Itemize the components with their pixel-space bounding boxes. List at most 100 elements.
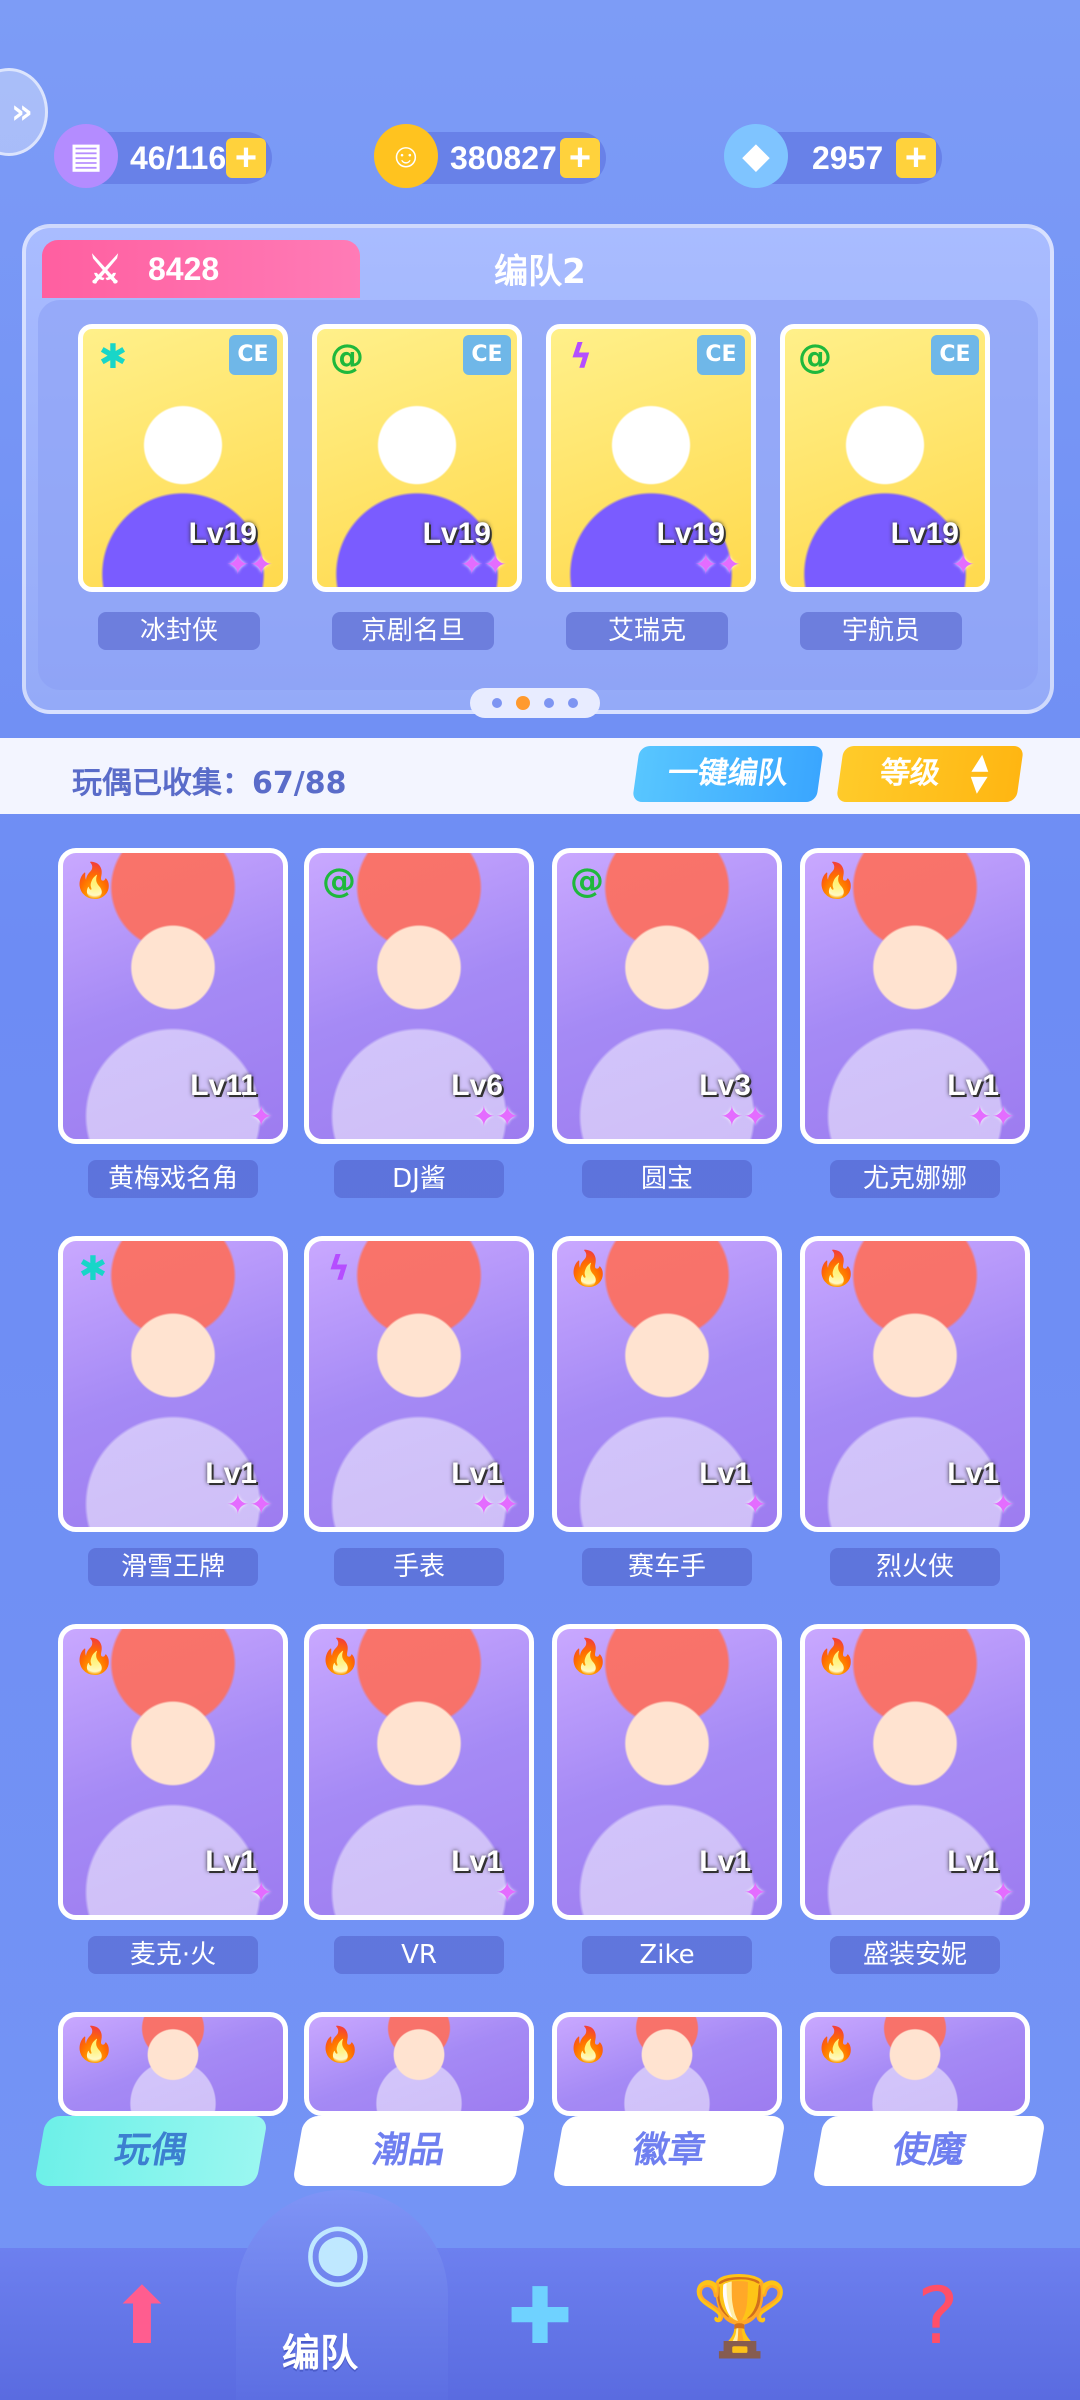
wind-element-icon: @ (330, 337, 364, 377)
coins-value: 380827 (450, 139, 557, 176)
collection-count: 玩偶已收集：67/88 (72, 766, 347, 801)
star-rating: ✦✦ (694, 548, 741, 581)
star-rating: ✦✦ (968, 1100, 1015, 1133)
star-rating: ✦ (991, 1876, 1015, 1909)
team-page-indicator[interactable] (470, 688, 600, 718)
ce-badge: CE (697, 335, 745, 375)
level-label: Lv1 (947, 1069, 999, 1102)
coin-icon: ☺ (374, 124, 438, 188)
level-label: Lv19 (188, 517, 257, 550)
team-member-card[interactable]: ϟ CE Lv19 ✦✦ (546, 324, 756, 592)
back-button[interactable]: » (0, 68, 48, 156)
one-key-team-button[interactable]: 一键编队 (632, 746, 824, 802)
nav-label-team: 编队 (282, 2331, 359, 2375)
page-dot (568, 698, 578, 708)
doll-card[interactable]: @ Lv6 ✦✦ (304, 848, 534, 1144)
star-rating: ✦✦ (460, 548, 507, 581)
fire-element-icon: 🔥 (319, 2025, 362, 2065)
star-rating: ✦✦ (226, 1488, 273, 1521)
doll-card[interactable]: 🔥 Lv11 ✦ (58, 848, 288, 1144)
team-member-card[interactable]: @ CE Lv19 ✦✦ (312, 324, 522, 592)
page-dot-active (516, 696, 530, 710)
level-label: Lv1 (699, 1457, 751, 1490)
resource-gems[interactable]: ◆ 2957 + (724, 124, 942, 188)
level-label: Lv1 (205, 1845, 257, 1878)
doll-card[interactable]: 🔥 Lv1 ✦ (552, 1236, 782, 1532)
level-label: Lv1 (451, 1457, 503, 1490)
doll-name: 黄梅戏名角 (88, 1160, 258, 1198)
resource-coins[interactable]: ☺ 380827 + (374, 124, 606, 188)
doll-card[interactable]: 🔥 Lv1 ✦✦ (800, 848, 1030, 1144)
star-rating: ✦✦ (472, 1488, 519, 1521)
ice-element-icon: ✱ (98, 337, 128, 377)
sort-label: 等级 (877, 756, 943, 791)
doll-card[interactable]: ϟ Lv1 ✦✦ (304, 1236, 534, 1532)
tab-trends[interactable]: 潮品 (291, 2116, 527, 2186)
mystery-box-icon[interactable]: ? (878, 2262, 998, 2372)
star-rating: ✦✦ (226, 548, 273, 581)
add-stamina-button[interactable]: + (226, 138, 266, 178)
level-label: Lv3 (699, 1069, 751, 1102)
puzzle-icon[interactable]: ✚ (480, 2262, 600, 2372)
fire-element-icon: 🔥 (815, 861, 858, 901)
doll-name: 盛装安妮 (830, 1936, 1000, 1974)
doll-card[interactable]: 🔥 Lv1 ✦ (58, 1624, 288, 1920)
doll-card[interactable]: 🔥 Lv1 ✦ (304, 1624, 534, 1920)
level-label: Lv1 (205, 1457, 257, 1490)
sort-arrows-icon: ▲ ▼ (967, 750, 992, 797)
whistle-icon[interactable]: ◉ (278, 2196, 398, 2306)
crystal-icon: ◆ (724, 124, 788, 188)
star-rating: ✦ (249, 1876, 273, 1909)
tab-familiars[interactable]: 使魔 (811, 2116, 1047, 2186)
fire-element-icon: 🔥 (73, 861, 116, 901)
team-member-name: 宇航员 (800, 612, 962, 650)
level-label: Lv1 (699, 1845, 751, 1878)
add-coins-button[interactable]: + (560, 138, 600, 178)
doll-card[interactable]: 🔥 (58, 2012, 288, 2116)
doll-name: VR (334, 1936, 504, 1974)
fire-element-icon: 🔥 (567, 1249, 610, 1289)
resource-stamina[interactable]: ▤ 46/116 + (54, 124, 272, 188)
add-gems-button[interactable]: + (896, 138, 936, 178)
team-member-card[interactable]: ✱ CE Lv19 ✦✦ (78, 324, 288, 592)
team-member-name: 艾瑞克 (566, 612, 728, 650)
team-member-name: 京剧名旦 (332, 612, 494, 650)
tab-dolls[interactable]: 玩偶 (33, 2116, 269, 2186)
level-label: Lv19 (890, 517, 959, 550)
wind-element-icon: @ (322, 861, 356, 901)
doll-name: DJ酱 (334, 1160, 504, 1198)
wind-element-icon: @ (570, 861, 604, 901)
page-dot (544, 698, 554, 708)
doll-card[interactable]: 🔥 (800, 2012, 1030, 2116)
doll-card[interactable]: @ Lv3 ✦✦ (552, 848, 782, 1144)
doll-card[interactable]: 🔥 Lv1 ✦ (800, 1624, 1030, 1920)
level-label: Lv1 (947, 1457, 999, 1490)
team-member-name: 冰封侠 (98, 612, 260, 650)
stamina-ticket-icon: ▤ (54, 124, 118, 188)
star-rating: ✦✦ (720, 1100, 767, 1133)
doll-card[interactable]: 🔥 Lv1 ✦ (800, 1236, 1030, 1532)
doll-card[interactable]: 🔥 Lv1 ✦ (552, 1624, 782, 1920)
gems-value: 2957 (812, 139, 884, 176)
sort-by-level-button[interactable]: 等级 ▲ ▼ (836, 746, 1024, 802)
doll-name: 麦克·火 (88, 1936, 258, 1974)
hero-icon[interactable]: ⬆ (82, 2262, 202, 2372)
doll-name: 滑雪王牌 (88, 1548, 258, 1586)
doll-name: 尤克娜娜 (830, 1160, 1000, 1198)
ce-badge: CE (229, 335, 277, 375)
tab-badges[interactable]: 徽章 (551, 2116, 787, 2186)
team-power-value: 8428 (148, 250, 220, 287)
team-name: 编队2 (494, 252, 586, 292)
crossed-swords-icon: ⚔ (88, 250, 123, 292)
star-rating: ✦✦ (472, 1100, 519, 1133)
doll-card[interactable]: ✱ Lv1 ✦✦ (58, 1236, 288, 1532)
level-label: Lv11 (190, 1069, 257, 1102)
doll-card[interactable]: 🔥 (304, 2012, 534, 2116)
fire-element-icon: 🔥 (567, 1637, 610, 1677)
fire-element-icon: 🔥 (815, 1637, 858, 1677)
stamina-value: 46/116 (130, 139, 227, 176)
doll-card[interactable]: 🔥 (552, 2012, 782, 2116)
team-member-card[interactable]: @ CE Lv19 ✦ (780, 324, 990, 592)
fire-element-icon: 🔥 (815, 2025, 858, 2065)
trophy-icon[interactable]: 🏆 (680, 2262, 800, 2372)
